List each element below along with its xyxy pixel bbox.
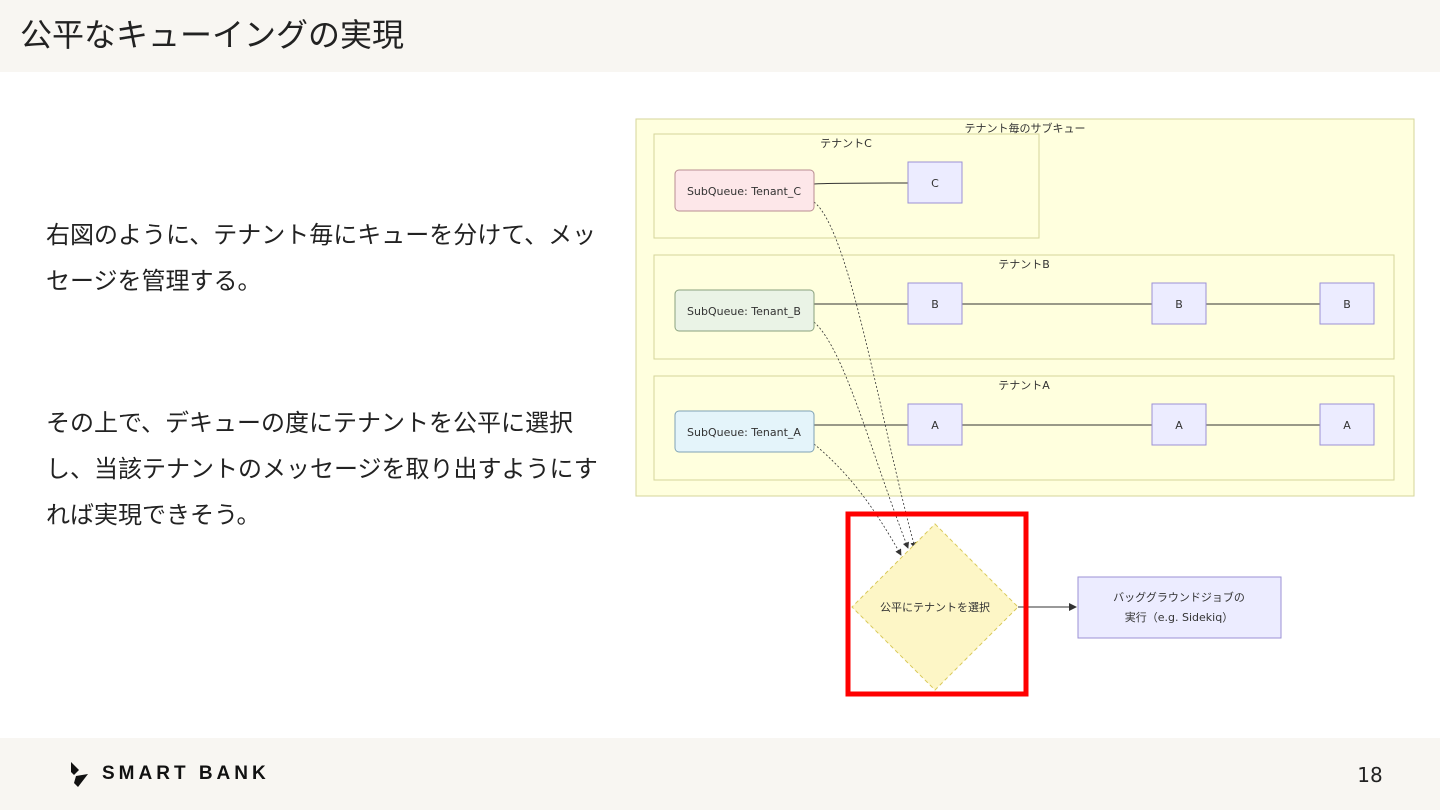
- logo-text: SMART BANK: [102, 763, 270, 784]
- queue-connectors: [813, 182, 1320, 426]
- message-b-1-label: B: [931, 298, 939, 311]
- tenant-b-label: テナントB: [998, 258, 1050, 271]
- dequeue-arrows: [813, 201, 917, 556]
- message-a-2: [1151, 403, 1207, 446]
- message-b-2-label: B: [1175, 298, 1183, 311]
- subqueue-tenant-c-text: SubQueue: Tenant_C: [687, 185, 801, 198]
- subqueue-tenant-a-text: SubQueue: Tenant_A: [687, 426, 801, 439]
- message-b-3: [1319, 282, 1375, 325]
- message-c-1-label: C: [931, 177, 939, 190]
- tenant-a-group: [653, 375, 1395, 481]
- message-c-1: [907, 161, 963, 204]
- message-b-2: [1151, 282, 1207, 325]
- tenant-a-label: テナントA: [998, 379, 1050, 392]
- message-a-1: [907, 403, 963, 446]
- description-paragraph-2: その上で、デキューの度にテナントを公平に選択し、当該テナントのメッセージを取り出…: [46, 409, 598, 529]
- message-b-1: [907, 282, 963, 325]
- outer-subqueue-group: [635, 118, 1415, 497]
- message-b-3-label: B: [1343, 298, 1351, 311]
- decision-highlight-box: [845, 511, 1029, 697]
- decision-diamond: [851, 523, 1019, 691]
- message-a-3: [1319, 403, 1375, 446]
- background-job-line1: バッググラウンドジョブの: [1113, 590, 1245, 604]
- description-paragraph-1: 右図のように、テナント毎にキューを分けて、メッセージを管理する。: [46, 221, 597, 295]
- subqueue-tenant-b-text: SubQueue: Tenant_B: [687, 305, 801, 318]
- tenant-c-label: テナントC: [820, 137, 872, 150]
- background-job-node: [1077, 576, 1282, 639]
- smartbank-logo-mark-icon: [71, 762, 88, 787]
- subqueue-tenant-b-node: [674, 289, 815, 332]
- subqueue-tenant-a-node: [674, 410, 815, 453]
- tenant-c-group: [653, 133, 1040, 239]
- message-a-3-label: A: [1343, 419, 1351, 432]
- subqueue-tenant-c-node: [674, 169, 815, 212]
- message-a-2-label: A: [1175, 419, 1183, 432]
- outer-group-label: テナント毎のサブキュー: [965, 121, 1086, 135]
- slide-title: 公平なキューイングの実現: [20, 16, 405, 54]
- decision-text: 公平にテナントを選択: [880, 600, 990, 614]
- message-a-1-label: A: [931, 419, 939, 432]
- background-job-line2: 実行（e.g. Sidekiq）: [1125, 610, 1233, 624]
- page-number: 18: [1357, 763, 1383, 787]
- tenant-b-group: [653, 254, 1395, 360]
- smartbank-logo: SMART BANK: [68, 758, 270, 790]
